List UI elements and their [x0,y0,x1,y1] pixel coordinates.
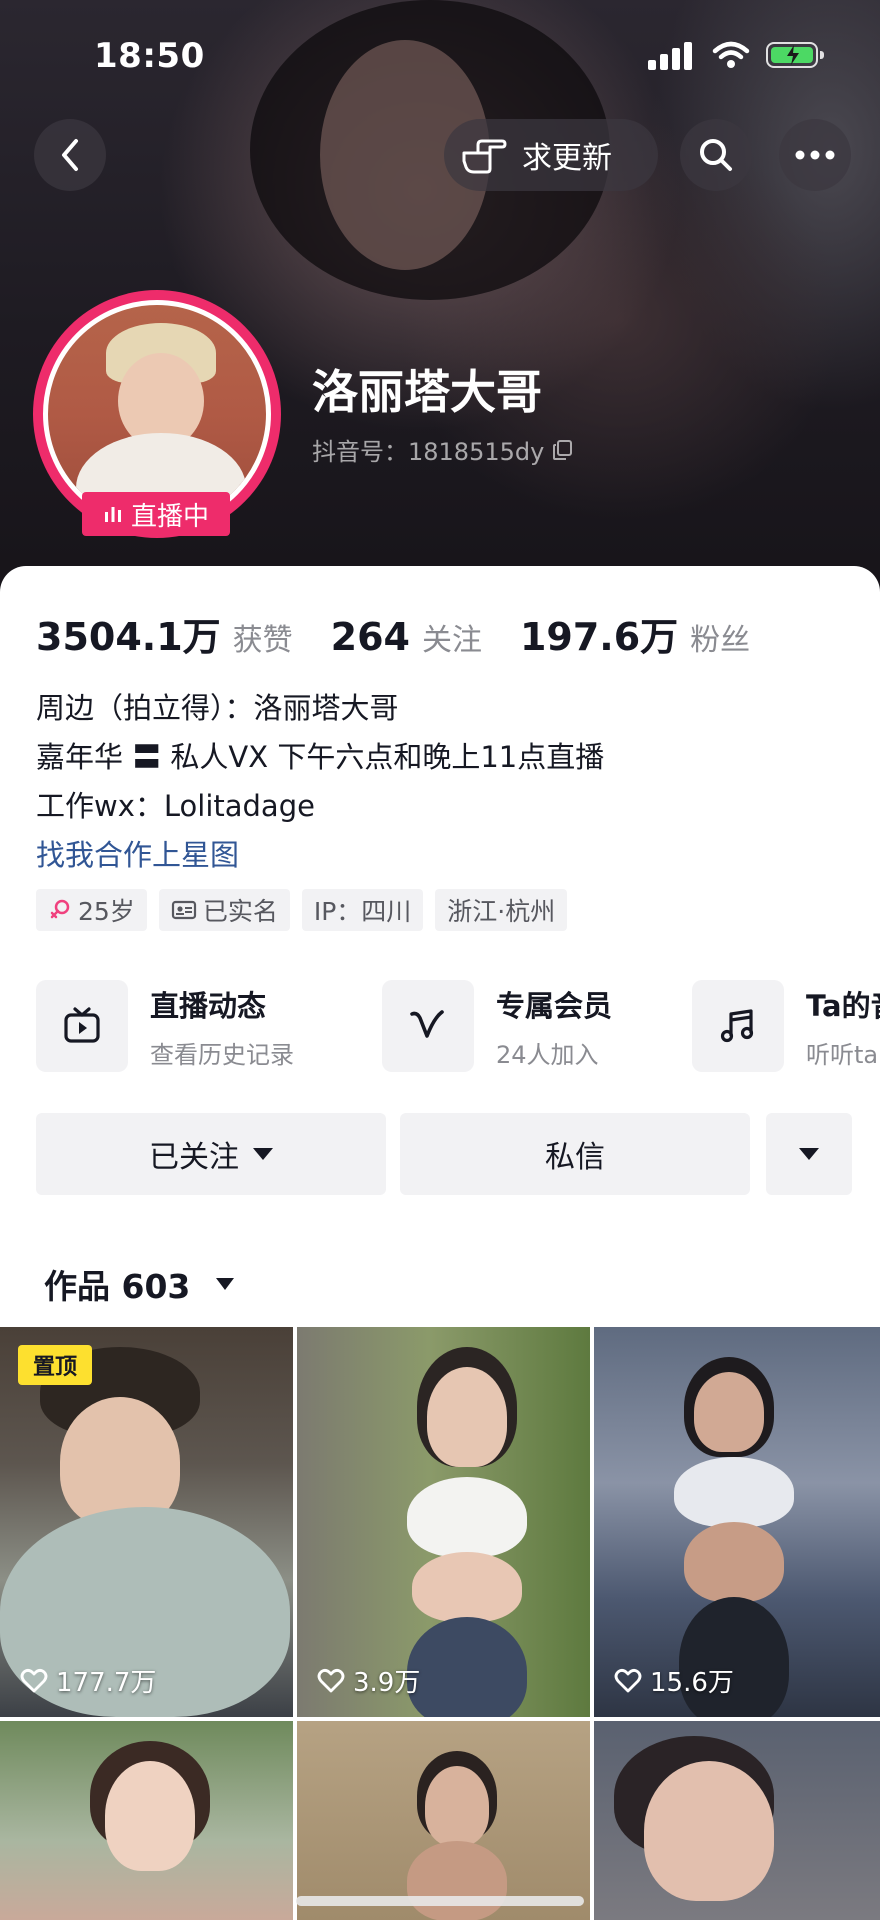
profile-tags: 25岁 已实名 IP：四川 浙江·杭州 [36,889,568,931]
live-badge[interactable]: 直播中 [82,492,230,536]
feature-live-history[interactable]: 直播动态 查看历史记录 [36,976,294,1076]
followers-count[interactable]: 197.6万 [520,606,678,661]
live-bars-icon [104,507,121,522]
following-button-label: 已关注 [149,1140,239,1175]
more-button[interactable] [779,119,851,191]
live-badge-label: 直播中 [130,501,209,532]
bio-line: 周边（拍立得）：洛丽塔大哥 [36,691,399,725]
video-likes: 3.9万 [317,1662,420,1699]
works-tab[interactable]: 作品 603 [44,1260,235,1308]
home-indicator[interactable] [296,1896,584,1906]
triangle-down-icon [253,1148,273,1160]
bio-line: 工作wx：Lolitadage [36,789,315,823]
message-button-label: 私信 [545,1140,605,1175]
works-label: 作品 603 [44,1267,191,1306]
battery-icon [766,42,824,68]
followers-label[interactable]: 粉丝 [690,615,750,659]
feature-icon-box [36,980,128,1072]
pointing-hand-icon [462,139,507,174]
back-button[interactable] [34,119,106,191]
more-actions-button[interactable] [766,1113,852,1195]
tag-ip-text: IP：四川 [313,897,412,926]
request-update-label: 求更新 [522,141,612,176]
wifi-icon [712,41,750,68]
feature-row: 直播动态 查看历史记录 专属会员 24人加入 Ta的 听听ta [36,976,880,1076]
feature-title: Ta的音 [806,988,880,1023]
female-icon [50,899,70,919]
video-thumbnail[interactable]: 置顶 177.7万 [0,1327,293,1717]
status-bar: 18:50 [0,0,880,110]
id-card-icon [171,900,196,920]
search-icon [700,139,732,171]
pinned-badge: 置顶 [18,1345,92,1385]
feature-membership[interactable]: 专属会员 24人加入 [382,976,612,1076]
feature-subtitle: 24人加入 [496,1040,599,1069]
douyin-id[interactable]: 抖音号：1818515dy [312,432,574,467]
music-note-icon [720,1009,754,1043]
likes-label: 获赞 [232,623,293,658]
bio-line: 嘉年华 〓 私人VX 下午六点和晚上11点直播 [36,740,605,774]
status-time: 18:50 [94,36,205,76]
search-button[interactable] [680,119,752,191]
more-dots-icon [795,150,835,160]
copy-icon [553,439,573,460]
video-thumbnail[interactable]: 15.6万 [594,1327,880,1717]
tag-location-text: 浙江·杭州 [447,897,556,926]
video-thumbnail[interactable]: 3.9万 [297,1327,590,1717]
tag-age: 25岁 [36,889,147,931]
profile-header: 18:50 求更新 直播中 洛丽塔大哥 抖音号：1818515dy [0,0,880,600]
stats-row: 3504.1万 获赞 264 关注 197.6万 粉丝 [36,606,788,661]
video-likes: 15.6万 [614,1662,734,1699]
signal-icon [648,42,694,70]
tag-verified-text: 已实名 [202,897,278,926]
feature-title: 直播动态 [150,988,267,1023]
video-thumbnail[interactable] [297,1721,590,1920]
video-likes: 177.7万 [20,1662,156,1699]
heart-icon [317,1668,345,1692]
video-thumbnail[interactable] [594,1721,880,1920]
works-grid: 置顶 177.7万 3.9万 15.6万 [0,1327,880,1920]
heart-icon [614,1668,642,1692]
following-button[interactable]: 已关注 [36,1113,386,1195]
chevron-left-icon [62,139,78,171]
douyin-id-text: 抖音号：1818515dy [312,438,545,466]
video-likes-count: 15.6万 [650,1668,734,1698]
request-update-button[interactable]: 求更新 [444,119,658,191]
tag-ip: IP：四川 [301,889,424,931]
message-button[interactable]: 私信 [400,1113,750,1195]
heart-icon [20,1668,48,1692]
feature-title: 专属会员 [496,988,613,1023]
likes-count: 3504.1万 [36,615,221,659]
video-likes-count: 3.9万 [353,1668,421,1698]
triangle-down-icon [216,1278,235,1290]
tag-location: 浙江·杭州 [435,889,568,931]
feature-subtitle: 查看历史记录 [150,1040,294,1069]
following-count[interactable]: 264 [331,615,410,659]
feature-music[interactable]: Ta的音 听听ta [692,976,880,1076]
triangle-down-icon [799,1148,819,1160]
following-label[interactable]: 关注 [422,615,482,659]
tag-verified: 已实名 [158,889,290,931]
tag-age-text: 25岁 [78,897,135,926]
feature-icon-box [692,980,784,1072]
tv-icon [64,1007,100,1043]
xingtu-link[interactable]: 找我合作上星图 [36,831,856,880]
feature-subtitle: 听听ta [806,1040,879,1069]
username: 洛丽塔大哥 [312,365,542,419]
video-likes-count: 177.7万 [56,1668,157,1698]
vip-v-icon [410,1010,444,1038]
bio: 周边（拍立得）：洛丽塔大哥 嘉年华 〓 私人VX 下午六点和晚上11点直播 工作… [36,684,856,880]
feature-icon-box [382,980,474,1072]
video-thumbnail[interactable] [0,1721,293,1920]
